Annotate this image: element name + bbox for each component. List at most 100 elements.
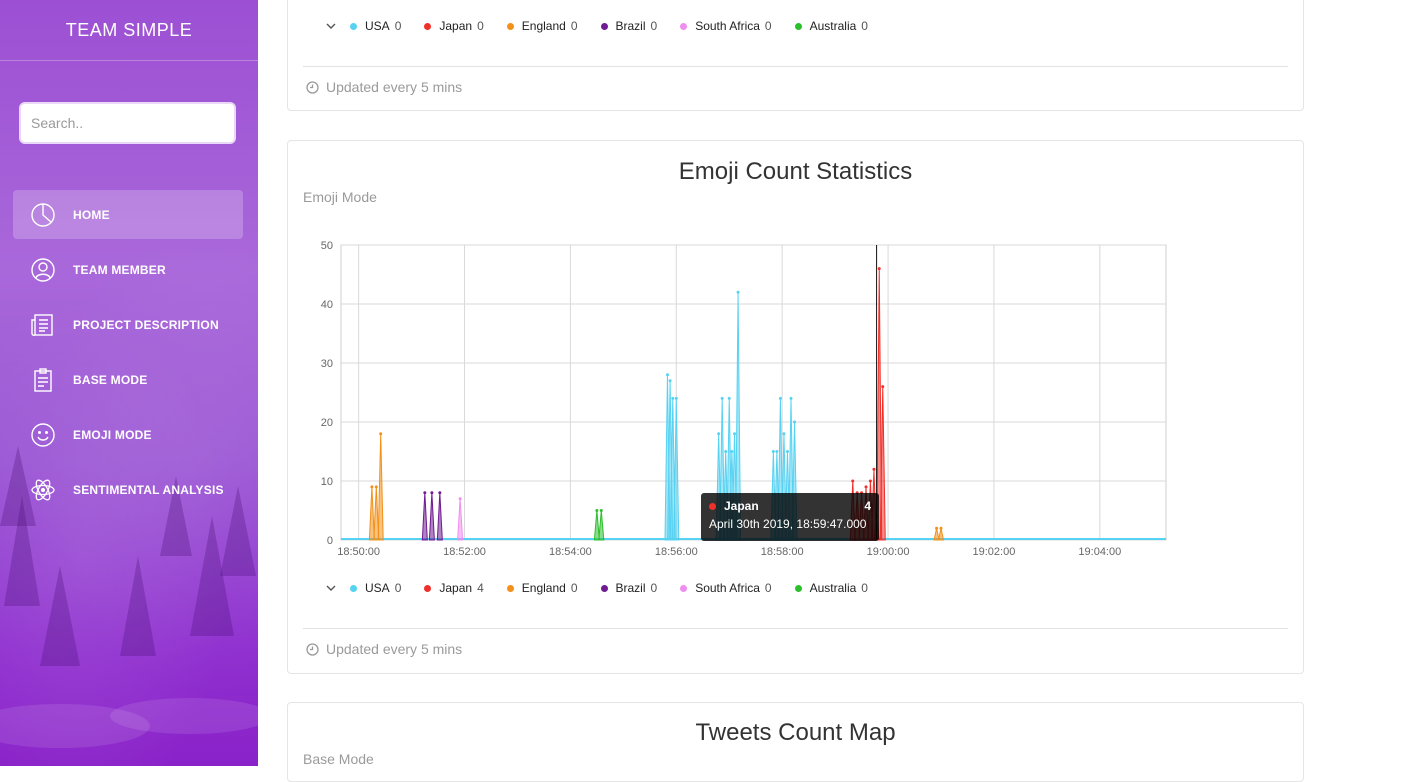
japan-dot [709, 502, 716, 510]
japan-dot [424, 584, 432, 592]
usa-dot [350, 22, 357, 30]
card-footer: Updated every 5 mins [306, 79, 462, 95]
legend-item-japan[interactable]: Japan 4 [424, 581, 484, 595]
update-note: Updated every 5 mins [326, 641, 463, 657]
legend-value: 0 [764, 581, 772, 595]
australia-spike [593, 510, 600, 541]
usa-point [674, 396, 678, 400]
x-tick-label: 19:02:00 [973, 546, 1016, 558]
card-divider [303, 66, 1288, 67]
legend-item-england[interactable]: England 0 [506, 581, 578, 595]
england-point [374, 485, 378, 489]
sidebar-item-team-member[interactable]: TEAM MEMBER [13, 245, 243, 294]
south-africa-dot [680, 22, 688, 30]
japan-point [851, 479, 855, 483]
tweets-map-card: Tweets Count Map Base Mode [287, 702, 1304, 782]
search-input[interactable] [19, 102, 236, 144]
usa-point [717, 432, 721, 436]
legend-label: South Africa [695, 19, 760, 33]
sidebar-item-base-mode[interactable]: BASE MODE [13, 355, 243, 404]
usa-point [733, 432, 737, 436]
legend-value: 0 [570, 581, 578, 595]
australia-spike [598, 510, 605, 541]
y-tick-label: 50 [321, 240, 333, 252]
legend-item-south-africa[interactable]: South Africa 0 [680, 581, 772, 595]
brazil-spike [436, 492, 443, 541]
legend-item-brazil[interactable]: Brazil 0 [600, 19, 658, 33]
australia-point [595, 509, 599, 512]
tooltip-value: 4 [864, 499, 871, 513]
legend-item-england[interactable]: England 0 [506, 19, 578, 33]
japan-point [881, 385, 885, 389]
clock-icon [306, 642, 319, 656]
card-subtitle: Emoji Mode [303, 189, 377, 205]
chart-tooltip: Japan 4 April 30th 2019, 18:59:47.000 [701, 493, 879, 541]
legend-label: Japan [439, 19, 473, 33]
sidebar-item-home[interactable]: HOME [13, 190, 243, 239]
legend-value: 0 [764, 19, 772, 33]
legend-item-australia[interactable]: Australia 0 [794, 581, 868, 595]
usa-point [665, 373, 669, 377]
card-subtitle: Base Mode [303, 751, 374, 767]
sidebar-item-label: SENTIMENTAL ANALYSIS [73, 482, 224, 497]
usa-point [730, 450, 734, 453]
brazil-point [423, 491, 427, 495]
japan-point [872, 467, 876, 471]
y-tick-label: 10 [321, 476, 333, 488]
legend-value: 0 [861, 19, 868, 33]
y-tick-label: 20 [321, 417, 333, 429]
japan-point [868, 479, 872, 483]
usa-point [736, 290, 740, 294]
england-spike [937, 528, 945, 541]
legend-value: 0 [394, 19, 402, 33]
pie-chart-icon [13, 202, 73, 228]
legend-item-usa[interactable]: USA 0 [350, 19, 401, 33]
x-tick-label: 19:00:00 [867, 546, 910, 558]
legend-item-south-africa[interactable]: South Africa 0 [680, 19, 772, 33]
tooltip-series: Japan [724, 499, 759, 513]
legend-item-australia[interactable]: Australia 0 [794, 19, 868, 33]
legend-label: Japan [439, 581, 473, 595]
legend-label: South Africa [695, 581, 760, 595]
x-tick-label: 18:50:00 [337, 546, 380, 558]
australia-dot [794, 584, 802, 592]
brazil-spike [421, 492, 428, 541]
smile-icon [13, 422, 73, 448]
england-point [370, 485, 374, 489]
sidebar-item-sentimental-analysis[interactable]: SENTIMENTAL ANALYSIS [13, 465, 243, 514]
chevron-down-icon[interactable] [324, 19, 338, 33]
chevron-down-icon[interactable] [324, 581, 338, 595]
legend-value: 0 [477, 19, 484, 33]
legend-item-brazil[interactable]: Brazil 0 [600, 581, 658, 595]
england-point [379, 432, 383, 436]
legend-item-usa[interactable]: USA 0 [350, 581, 401, 595]
usa-point [727, 396, 731, 400]
chart-legend: USA 0 Japan 4 England 0 Brazil 0 South Afric… [324, 581, 891, 595]
y-tick-label: 30 [321, 358, 333, 370]
australia-point [599, 509, 603, 512]
sidebar-item-project-description[interactable]: PROJECT DESCRIPTION [13, 300, 243, 349]
legend-label: USA [365, 581, 390, 595]
brand-title[interactable]: TEAM SIMPLE [0, 0, 258, 61]
y-tick-label: 40 [321, 299, 333, 311]
sidebar-item-label: HOME [73, 207, 110, 222]
sidebar: TEAM SIMPLE HOME TEAM MEMBER PROJECT DES… [0, 0, 258, 766]
usa-point [771, 450, 775, 453]
legend-value: 0 [650, 19, 658, 33]
australia-dot [794, 22, 802, 30]
legend-label: Brazil [615, 19, 646, 33]
x-tick-label: 18:54:00 [549, 546, 592, 558]
usa-point [793, 420, 797, 424]
usa-point [785, 450, 789, 453]
sidebar-item-emoji-mode[interactable]: EMOJI MODE [13, 410, 243, 459]
emoji-count-card: Emoji Count Statistics Emoji Mode 0 10 20 3… [287, 140, 1304, 674]
legend-value: 0 [861, 581, 868, 595]
legend-value: 0 [650, 581, 658, 595]
chart-legend: USA 0 Japan 0 England 0 Brazil 0 South Afric… [324, 19, 891, 33]
usa-point [671, 396, 675, 400]
usa-point [778, 396, 782, 400]
legend-value: 0 [570, 19, 578, 33]
japan-point [864, 485, 868, 489]
legend-item-japan[interactable]: Japan 0 [424, 19, 484, 33]
usa-point [668, 379, 672, 383]
